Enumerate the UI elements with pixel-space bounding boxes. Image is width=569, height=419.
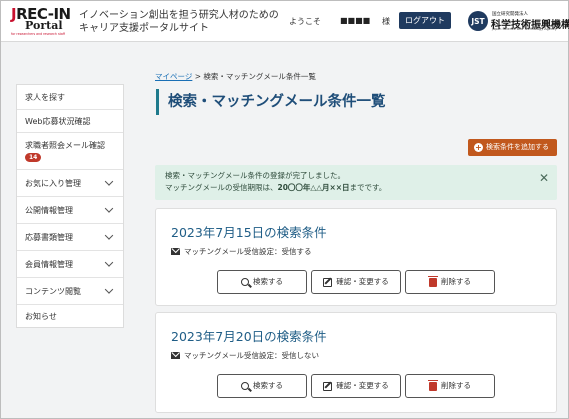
sidebar-item-job-search[interactable]: 求人を探す: [17, 85, 123, 110]
mail-icon: [171, 248, 180, 255]
sidebar-item-label: 公開情報管理: [25, 206, 73, 215]
sidebar-item-favorites[interactable]: お気に入り管理: [17, 170, 123, 197]
edit-icon: [323, 381, 333, 391]
add-button-label: 検索条件を追加する: [486, 143, 549, 151]
sidebar-item-contents[interactable]: コンテンツ閲覧: [17, 278, 123, 305]
breadcrumb-separator: >: [192, 72, 204, 81]
jst-mark-icon: JST: [468, 11, 488, 31]
alert-line1: 検索・マッチングメール条件の登録が完了しました。: [165, 171, 345, 180]
sidebar-item-label: Web応募状況確認: [25, 117, 91, 126]
search-condition-card: 2023年7月20日の検索条件 マッチングメール受信設定：受信しない 検索する …: [155, 312, 557, 413]
site-tagline: イノベーション創出を担う研究人材のための キャリア支援ポータルサイト: [79, 9, 279, 35]
add-search-condition-button[interactable]: + 検索条件を追加する: [468, 139, 557, 156]
card-title: 2023年7月15日の検索条件: [171, 225, 327, 240]
logo-subtext: for researchers and research staff: [11, 32, 66, 36]
chevron-down-icon: [104, 204, 114, 213]
tagline-line1: イノベーション創出を担う研究人材のための: [79, 10, 279, 21]
close-icon[interactable]: ✕: [539, 172, 549, 184]
unread-count-badge: 14: [25, 153, 42, 162]
sidebar-item-label: 求職者照会メール確認: [25, 141, 105, 150]
sidebar-item-news[interactable]: お知らせ: [17, 305, 123, 328]
sidebar-item-label: 応募書類管理: [25, 233, 73, 242]
sidebar-item-label: 会員情報管理: [25, 260, 73, 269]
breadcrumb-mypage-link[interactable]: マイページ: [155, 72, 192, 81]
chevron-down-icon: [104, 258, 114, 267]
sidebar-item-label: 求人を探す: [25, 93, 65, 102]
plus-icon: +: [474, 143, 483, 152]
matching-mail-setting: マッチングメール受信設定：受信する: [171, 246, 312, 257]
tagline-line2: キャリア支援ポータルサイト: [79, 23, 209, 34]
trash-icon: [428, 275, 438, 287]
logout-button[interactable]: ログアウト: [399, 12, 451, 29]
search-icon: [241, 278, 249, 286]
edit-button[interactable]: 確認・変更する: [311, 374, 401, 398]
user-name: ■■■■: [340, 16, 371, 25]
delete-button[interactable]: 削除する: [405, 270, 495, 294]
alert-line2: マッチングメールの受信期限は、20〇〇年△△月××日までです。: [165, 183, 387, 192]
sidebar-item-label: お気に入り管理: [25, 179, 81, 188]
success-alert: 検索・マッチングメール条件の登録が完了しました。 マッチングメールの受信期限は、…: [155, 165, 557, 200]
breadcrumb-current: 検索・マッチングメール条件一覧: [203, 72, 316, 81]
welcome-text: ようこそ: [289, 17, 321, 26]
edit-button[interactable]: 確認・変更する: [311, 270, 401, 294]
search-condition-card: 2023年7月15日の検索条件 マッチングメール受信設定：受信する 検索する 確…: [155, 208, 557, 306]
logo-portal-text: Portal: [25, 19, 63, 32]
sidebar-item-label: お知らせ: [25, 312, 57, 321]
chevron-down-icon: [104, 231, 114, 240]
sidebar-item-inquiry-mail[interactable]: 求職者照会メール確認 14: [17, 133, 123, 170]
site-header: JREC-IN Portal for researchers and resea…: [1, 1, 569, 42]
jst-logo[interactable]: JST 国立研究開発法人 科学技術振興機構 Japan Science and …: [467, 10, 569, 32]
expiry-date: 20〇〇年△△月××日: [277, 183, 350, 192]
card-title: 2023年7月20日の検索条件: [171, 329, 327, 344]
honorific: 様: [382, 17, 390, 26]
chevron-down-icon: [104, 177, 114, 186]
sidebar-item-label: コンテンツ閲覧: [25, 287, 81, 296]
sidebar-nav: 求人を探す Web応募状況確認 求職者照会メール確認 14 お気に入り管理 公開…: [16, 84, 124, 328]
trash-icon: [428, 379, 438, 391]
search-button[interactable]: 検索する: [217, 270, 307, 294]
jst-org-english: Japan Science and Technology Agency: [492, 27, 557, 31]
sidebar-item-member-info[interactable]: 会員情報管理: [17, 251, 123, 278]
mail-icon: [171, 352, 180, 359]
search-icon: [241, 382, 249, 390]
search-button[interactable]: 検索する: [217, 374, 307, 398]
sidebar-item-application-status[interactable]: Web応募状況確認: [17, 110, 123, 133]
matching-mail-setting: マッチングメール受信設定：受信しない: [171, 350, 319, 361]
edit-icon: [323, 277, 333, 287]
svg-text:JST: JST: [470, 17, 485, 26]
delete-button[interactable]: 削除する: [405, 374, 495, 398]
jrec-in-logo[interactable]: JREC-IN Portal for researchers and resea…: [11, 5, 73, 39]
breadcrumb: マイページ > 検索・マッチングメール条件一覧: [155, 71, 316, 82]
page-title: 検索・マッチングメール条件一覧: [156, 89, 386, 115]
chevron-down-icon: [104, 285, 114, 294]
sidebar-item-public-info[interactable]: 公開情報管理: [17, 197, 123, 224]
sidebar-item-documents[interactable]: 応募書類管理: [17, 224, 123, 251]
